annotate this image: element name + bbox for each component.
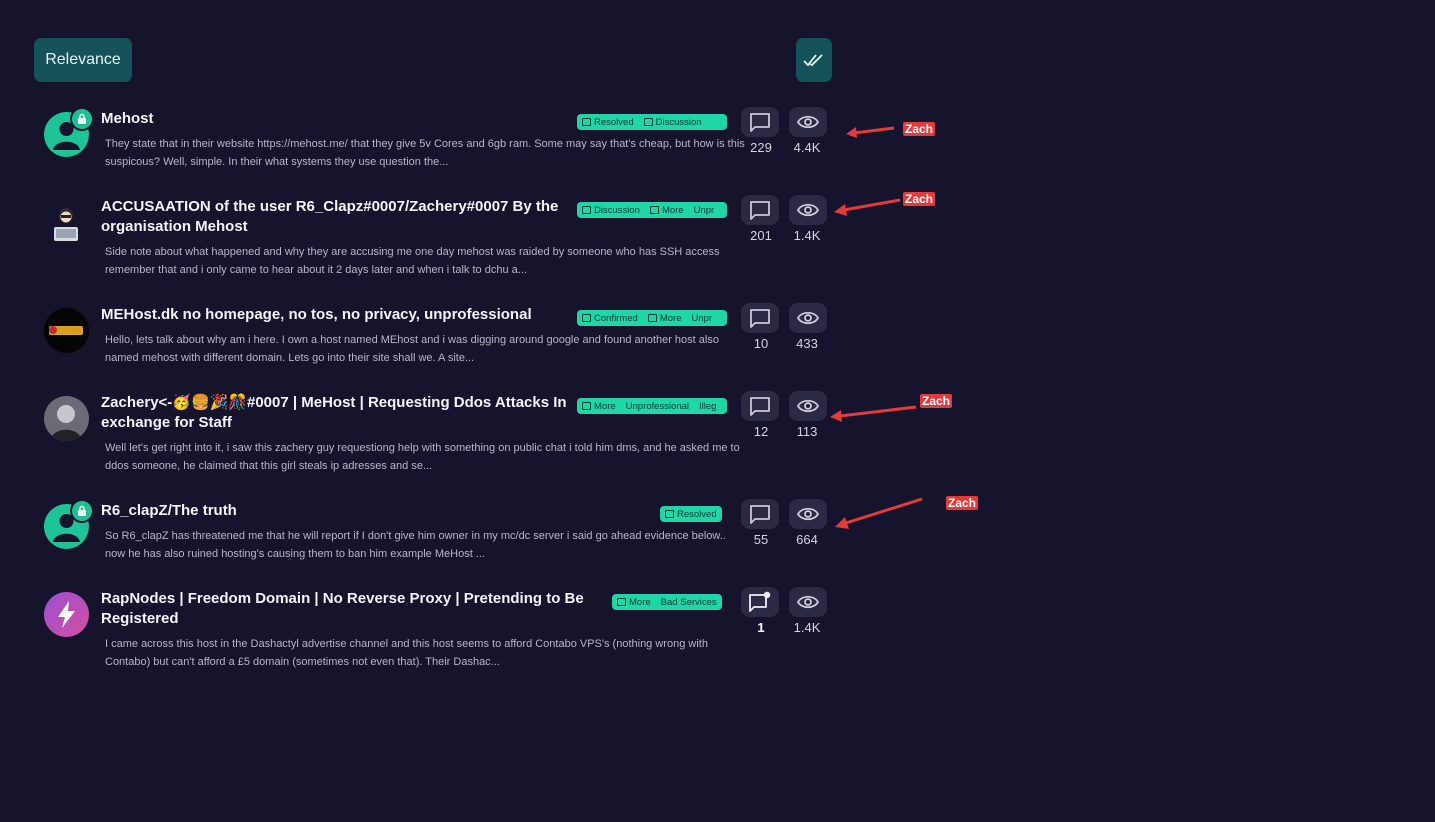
avatar[interactable] (44, 396, 89, 441)
comment-icon (750, 505, 770, 524)
thread-title[interactable]: Zachery<-🥳🍔🎉🎊#0007 | MeHost | Requesting… (101, 393, 571, 433)
tag[interactable]: Resolved (660, 509, 722, 520)
double-check-icon (803, 54, 823, 67)
thread-title[interactable]: RapNodes | Freedom Domain | No Reverse P… (101, 589, 591, 629)
tag[interactable]: More (577, 401, 621, 412)
comment-icon (750, 201, 770, 220)
thread-excerpt: Side note about what happened and why th… (105, 246, 720, 276)
views-count: 1.4K (793, 620, 821, 635)
annotation-arrow (846, 126, 895, 138)
lock-icon (70, 499, 94, 523)
avatar[interactable] (44, 200, 89, 245)
confirmed-icon (582, 314, 591, 322)
thread-title[interactable]: ACCUSAATION of the user R6_Clapz#0007/Za… (101, 197, 571, 237)
tag[interactable]: More (645, 205, 689, 216)
discussion-icon (643, 118, 653, 126)
tag-list: Discussion More Unpr (577, 202, 727, 218)
views-button[interactable] (789, 107, 827, 137)
tag[interactable]: More (612, 597, 656, 608)
tag[interactable]: Discussion (639, 117, 707, 128)
annotation-label: Zach (946, 496, 979, 510)
tag-list: More Bad Services (612, 594, 722, 610)
avatar[interactable] (44, 308, 89, 353)
more-icon (647, 314, 657, 322)
lightning-icon (58, 601, 75, 628)
replies-button[interactable] (741, 107, 779, 137)
annotation-label: Zach (903, 192, 936, 206)
comment-icon (750, 309, 770, 328)
views-button[interactable] (789, 195, 827, 225)
annotation-label: Zach (920, 394, 953, 408)
thread-excerpt: Well let's get right into it, i saw this… (105, 442, 740, 472)
tag-list: More Unprofessional Illeg (577, 398, 727, 414)
eye-icon (796, 311, 820, 325)
thread-excerpt: They state that in their website https:/… (105, 138, 745, 168)
resolved-icon (665, 510, 674, 518)
lock-icon (70, 107, 94, 131)
thread-title[interactable]: R6_clapZ/The truth (101, 501, 561, 521)
tag-list: Confirmed More Unpr (577, 310, 727, 326)
eye-icon (796, 507, 820, 521)
thread-excerpt: I came across this host in the Dashactyl… (105, 638, 708, 668)
tag[interactable]: Unprofessional (621, 401, 694, 412)
annotation-arrow (835, 497, 923, 529)
thread-title[interactable]: MEHost.dk no homepage, no tos, no privac… (101, 305, 571, 325)
tag-list: Resolved Discussion (577, 114, 727, 130)
views-count: 1.4K (793, 228, 821, 243)
views-count: 4.4K (793, 140, 821, 155)
views-button[interactable] (789, 499, 827, 529)
resolved-icon (582, 118, 591, 126)
tag[interactable]: Unpr (689, 205, 720, 216)
tag[interactable]: Illeg (694, 401, 721, 412)
annotation-label: Zach (903, 122, 936, 136)
comment-icon (750, 113, 770, 132)
thread-excerpt: So R6_clapZ has threatened me that he wi… (105, 530, 726, 560)
sort-relevance-button[interactable]: Relevance (34, 38, 132, 82)
tag[interactable]: Discussion (577, 205, 645, 216)
views-count: 664 (796, 532, 818, 547)
views-button[interactable] (789, 587, 827, 617)
tag[interactable]: Confirmed (577, 313, 643, 324)
tag-list: Resolved (660, 506, 722, 522)
eye-icon (796, 115, 820, 129)
more-icon (649, 206, 659, 214)
replies-button[interactable] (741, 195, 779, 225)
tag[interactable]: More (643, 313, 687, 324)
replies-button[interactable] (741, 587, 779, 617)
tag[interactable]: Resolved (577, 117, 639, 128)
more-icon (582, 402, 591, 410)
views-button[interactable] (789, 303, 827, 333)
more-icon (617, 598, 626, 606)
tag[interactable]: Bad Services (656, 597, 722, 608)
views-button[interactable] (789, 391, 827, 421)
annotation-arrow (830, 405, 917, 422)
replies-button[interactable] (741, 303, 779, 333)
replies-button[interactable] (741, 391, 779, 421)
views-count: 113 (796, 424, 818, 439)
annotation-arrow (834, 198, 901, 216)
replies-button[interactable] (741, 499, 779, 529)
eye-icon (796, 399, 820, 413)
discussion-icon (582, 206, 591, 214)
comment-icon (750, 397, 770, 416)
eye-icon (796, 595, 820, 609)
views-count: 433 (796, 336, 818, 351)
thread-excerpt: Hello, lets talk about why am i here. I … (105, 334, 719, 364)
thread-title[interactable]: Mehost (101, 109, 561, 129)
comment-unread-icon (749, 591, 771, 612)
avatar[interactable] (44, 592, 89, 637)
tag[interactable]: Unpr (686, 313, 717, 324)
mark-all-read-button[interactable] (796, 38, 832, 82)
eye-icon (796, 203, 820, 217)
